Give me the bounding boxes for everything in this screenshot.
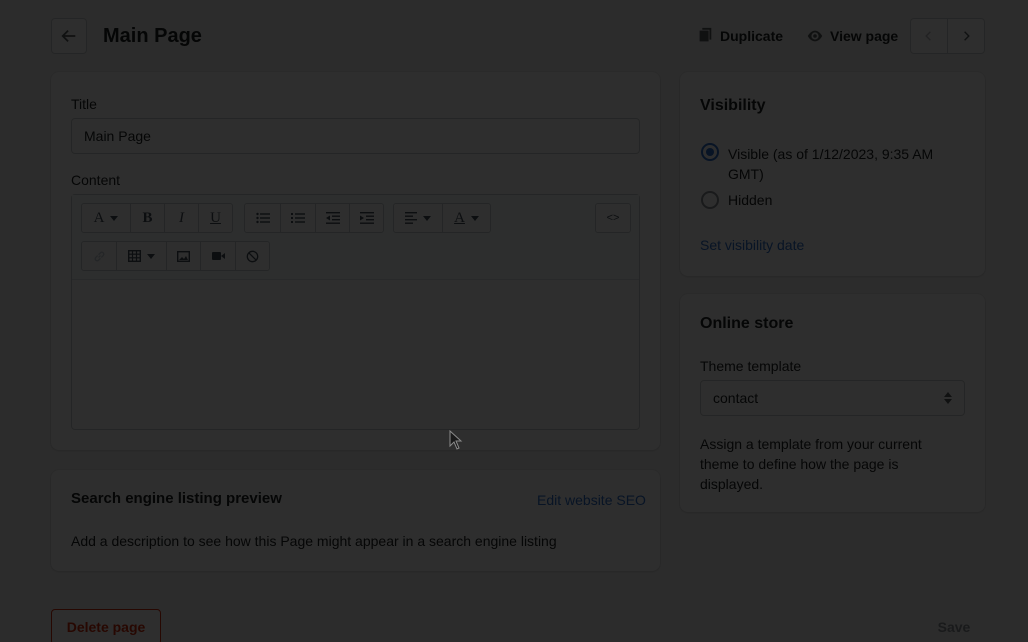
theme-template-select[interactable]: contact: [700, 380, 965, 416]
theme-template-label: Theme template: [700, 358, 802, 374]
insert-image-button[interactable]: [166, 242, 200, 270]
view-page-button[interactable]: View page: [806, 27, 898, 45]
link-icon: [94, 251, 104, 261]
seo-title: Search engine listing preview: [71, 490, 282, 507]
back-button[interactable]: [51, 18, 87, 54]
bulleted-list-icon: [255, 212, 270, 224]
numbered-list-icon: [291, 213, 305, 223]
visibility-title: Visibility: [700, 97, 766, 114]
title-label: Title: [71, 96, 97, 112]
outdent-icon: [325, 212, 340, 224]
numbered-list-button[interactable]: [280, 204, 315, 232]
bold-button[interactable]: B: [130, 204, 164, 232]
visible-radio[interactable]: [701, 143, 719, 161]
content-label: Content: [71, 172, 121, 188]
edit-seo-link[interactable]: Edit website SEO: [537, 492, 646, 508]
seo-description: Add a description to see how this Page m…: [71, 533, 557, 549]
insert-link-button[interactable]: [82, 242, 116, 270]
insert-table-dropdown[interactable]: [116, 242, 166, 270]
clear-formatting-button[interactable]: [235, 242, 269, 270]
insert-group: [81, 241, 270, 271]
theme-template-value: contact: [713, 390, 759, 406]
set-visibility-date-link[interactable]: Set visibility date: [700, 237, 804, 253]
text-color-label: A: [454, 209, 465, 226]
view-page-label: View page: [830, 28, 899, 44]
list-indent-group: [244, 203, 384, 233]
align-dropdown[interactable]: [394, 204, 442, 232]
mouse-cursor-icon: [449, 430, 463, 450]
bulleted-list-button[interactable]: [245, 204, 280, 232]
rich-text-editor: A B I U A <>: [71, 194, 640, 430]
next-page-button[interactable]: [947, 19, 984, 53]
pagination: [910, 18, 985, 54]
duplicate-button[interactable]: Duplicate: [696, 27, 783, 45]
seo-card: [51, 470, 660, 571]
editor-body[interactable]: [72, 281, 639, 429]
online-store-title: Online store: [700, 315, 794, 332]
arrow-left-icon: [61, 29, 76, 43]
indent-button[interactable]: [349, 204, 383, 232]
image-icon: [177, 250, 190, 262]
table-icon: [128, 250, 141, 262]
save-button[interactable]: Save: [924, 609, 984, 642]
outdent-button[interactable]: [315, 204, 349, 232]
font-style-label: A: [93, 209, 105, 226]
hidden-radio[interactable]: [701, 191, 719, 209]
html-toggle-group: <>: [595, 203, 631, 233]
hidden-label: Hidden: [728, 192, 773, 208]
indent-icon: [359, 212, 374, 224]
align-color-group: A: [393, 203, 491, 233]
visible-label: Visible (as of 1/12/2023, 9:35 AM GMT): [728, 146, 934, 182]
page-editor: Main Page Duplicate View page Title Main…: [0, 0, 1028, 642]
insert-video-button[interactable]: [200, 242, 235, 270]
underline-button[interactable]: U: [198, 204, 232, 232]
caret-down-icon: [147, 253, 155, 259]
clear-formatting-icon: [246, 250, 259, 262]
duplicate-icon: [699, 27, 712, 42]
caret-down-icon: [423, 215, 431, 221]
chevron-right-icon: [964, 31, 970, 41]
italic-button[interactable]: I: [164, 204, 198, 232]
chevron-left-icon: [925, 31, 931, 41]
theme-template-help: Assign a template from your current them…: [700, 436, 922, 492]
editor-toolbar: A B I U A <>: [72, 195, 639, 280]
select-arrows-icon: [944, 392, 952, 404]
show-html-button[interactable]: <>: [596, 204, 630, 232]
text-color-dropdown[interactable]: A: [442, 204, 490, 232]
caret-down-icon: [110, 215, 119, 221]
video-icon: [211, 252, 225, 260]
caret-down-icon: [470, 215, 479, 221]
previous-page-button[interactable]: [911, 19, 947, 53]
text-format-group: A B I U: [81, 203, 233, 233]
delete-page-button[interactable]: Delete page: [51, 609, 161, 642]
duplicate-label: Duplicate: [720, 28, 784, 44]
font-style-dropdown[interactable]: A: [82, 204, 130, 232]
title-input[interactable]: Main Page: [71, 118, 640, 154]
align-left-icon: [405, 212, 417, 224]
eye-icon: [807, 30, 823, 42]
page-title: Main Page: [103, 25, 202, 47]
